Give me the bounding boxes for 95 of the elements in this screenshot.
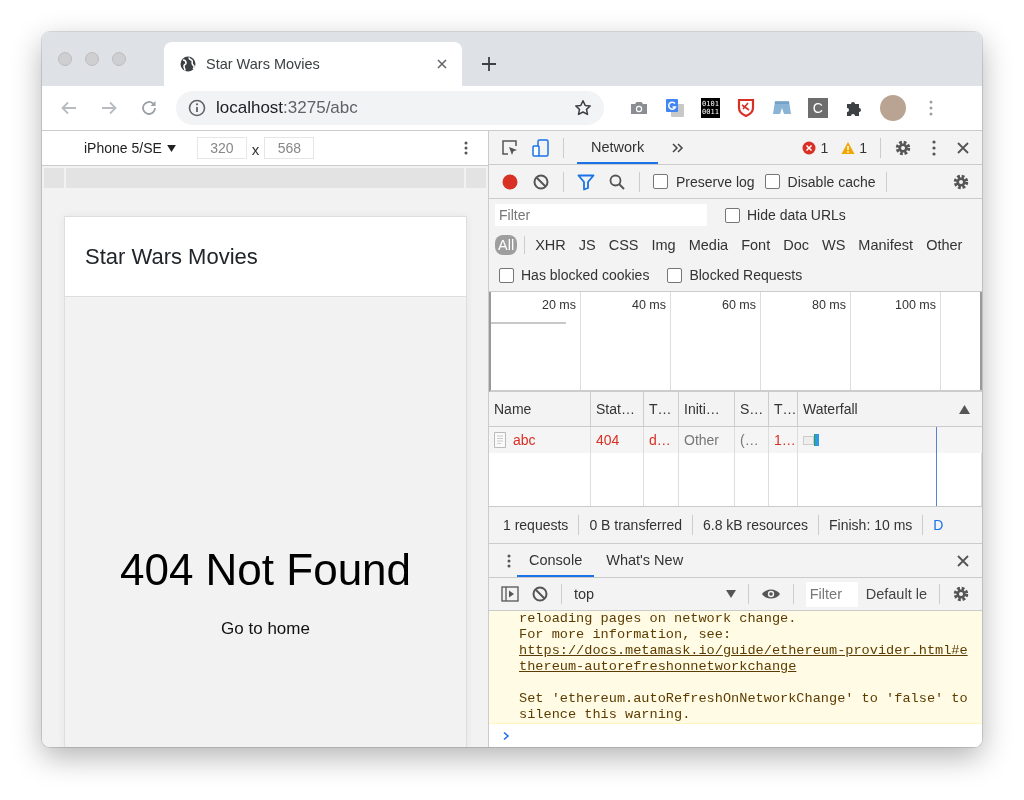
caret-icon — [166, 144, 176, 152]
sort-ascending-icon — [959, 404, 970, 414]
time-tick: 60 ms — [721, 298, 756, 314]
error-count[interactable]: 1 — [820, 139, 829, 156]
url-text: localhost:3275/abc — [216, 98, 359, 118]
summary-text: 0 B transferred — [589, 517, 682, 533]
checkbox-label: Has blocked cookies — [521, 267, 650, 283]
more-tabs-icon[interactable] — [671, 140, 686, 155]
type-filter[interactable]: Manifest — [855, 235, 917, 255]
summary-text: 6.8 kB resources — [703, 517, 809, 533]
column-header[interactable]: T… — [769, 392, 798, 426]
log-levels-dropdown[interactable]: Default le — [865, 586, 927, 602]
search-icon[interactable] — [608, 172, 626, 191]
checkbox[interactable] — [764, 174, 780, 189]
profile-avatar[interactable] — [879, 95, 906, 121]
checkbox-label: Blocked Requests — [689, 267, 803, 283]
error-icon — [802, 140, 817, 155]
checkbox-label: Disable cache — [787, 173, 876, 190]
checkbox-label: Preserve log — [676, 173, 755, 190]
settings-icon[interactable] — [894, 138, 912, 157]
device-dropdown[interactable]: iPhone 5/SE — [84, 140, 176, 156]
prompt-chevron-icon — [501, 731, 511, 741]
globe-icon — [180, 56, 196, 72]
warning-icon — [841, 140, 856, 155]
checkbox[interactable] — [667, 267, 683, 283]
checkbox[interactable] — [653, 174, 668, 189]
page-title: Star Wars Movies — [85, 243, 258, 270]
clear-icon[interactable] — [531, 585, 549, 603]
column-header[interactable]: Initi… — [679, 392, 735, 426]
table-cell: abc — [489, 427, 591, 453]
table-cell: Other — [679, 427, 735, 453]
warning-count[interactable]: 1 — [859, 139, 867, 156]
type-filter[interactable]: XHR — [532, 235, 569, 255]
type-filter[interactable]: Img — [648, 235, 679, 255]
address-bar[interactable]: localhost:3275/abc — [176, 91, 604, 125]
time-tick: 100 ms — [895, 298, 936, 314]
close-icon[interactable] — [956, 553, 970, 568]
table-cell: 404 — [591, 427, 644, 453]
table-cell: d… — [644, 427, 679, 453]
plus-icon[interactable] — [481, 56, 497, 72]
browser-tab[interactable]: Star Wars Movies — [164, 42, 462, 86]
settings-icon[interactable] — [952, 585, 970, 603]
record-icon[interactable] — [501, 172, 519, 191]
type-filter[interactable]: Media — [685, 235, 732, 255]
type-filter[interactable]: Doc — [780, 235, 812, 255]
drawer-tab[interactable]: What's New — [594, 544, 696, 577]
times-sign: x — [251, 141, 260, 158]
type-filter[interactable]: WS — [819, 235, 849, 255]
type-filter[interactable]: Other — [923, 235, 966, 255]
width-field[interactable]: 320 — [196, 137, 247, 159]
star-icon[interactable] — [574, 99, 592, 117]
inspect-icon[interactable] — [501, 138, 519, 157]
shield-icon[interactable] — [735, 98, 756, 118]
table-cell: (… — [735, 427, 769, 453]
letter-extension-icon[interactable]: C — [807, 98, 828, 118]
checkbox[interactable] — [725, 207, 740, 223]
column-header[interactable]: Name — [489, 392, 591, 426]
height-field[interactable]: 568 — [264, 137, 315, 159]
column-header[interactable]: Stat… — [591, 392, 644, 426]
time-tick: 20 ms — [541, 298, 576, 314]
docs-link[interactable]: https://docs.metamask.io/guide/ethereum-provider.html#ethereum-autorefreshonnetworkchange — [519, 643, 972, 675]
checkbox[interactable] — [499, 267, 514, 283]
type-filter[interactable]: Font — [738, 235, 774, 255]
device-toggle-icon[interactable] — [532, 138, 550, 157]
close-icon[interactable] — [436, 58, 448, 70]
checkbox-label: Hide data URLs — [747, 207, 846, 223]
settings-icon[interactable] — [952, 172, 970, 191]
tab-title: Star Wars Movies — [206, 56, 321, 72]
time-tick: 80 ms — [811, 298, 846, 314]
info-icon[interactable] — [188, 99, 206, 117]
summary-text: Finish: 10 ms — [829, 517, 913, 533]
waterfall-bar — [803, 434, 819, 446]
column-header[interactable]: S… — [735, 392, 769, 426]
summary-text: D — [933, 517, 944, 533]
close-icon[interactable] — [956, 140, 970, 155]
summary-text: 1 requests — [503, 517, 569, 533]
filter-icon[interactable] — [577, 172, 595, 191]
column-header[interactable]: T… — [644, 392, 679, 426]
context-dropdown[interactable]: top — [574, 586, 736, 602]
type-filter[interactable]: JS — [575, 235, 599, 255]
translate-icon[interactable] — [665, 98, 685, 118]
clear-icon[interactable] — [532, 172, 550, 191]
type-filter[interactable]: CSS — [605, 235, 642, 255]
column-header[interactable]: Waterfall — [798, 392, 982, 426]
table-cell: 1… — [769, 427, 798, 453]
error-heading: 404 Not Found — [119, 545, 412, 595]
console-filter-field[interactable]: Filter — [805, 581, 858, 607]
reload-icon[interactable] — [140, 99, 158, 117]
sidebar-toggle-icon[interactable] — [501, 585, 519, 603]
filter-field[interactable]: Filter — [495, 204, 707, 226]
caret-icon — [725, 590, 736, 598]
document-icon — [494, 432, 506, 448]
home-link[interactable]: Go to home — [221, 619, 310, 639]
time-tick: 40 ms — [631, 298, 666, 314]
console-message: reloading pages on network change. For more information, see: https://docs.metamask.io/guide/ethereum-provider.html#ethereum-autorefreshonnetworkchange Set 'ethereum.autoRefreshOnNetworkChange' to 'false' to silence this warning. — [489, 611, 982, 724]
